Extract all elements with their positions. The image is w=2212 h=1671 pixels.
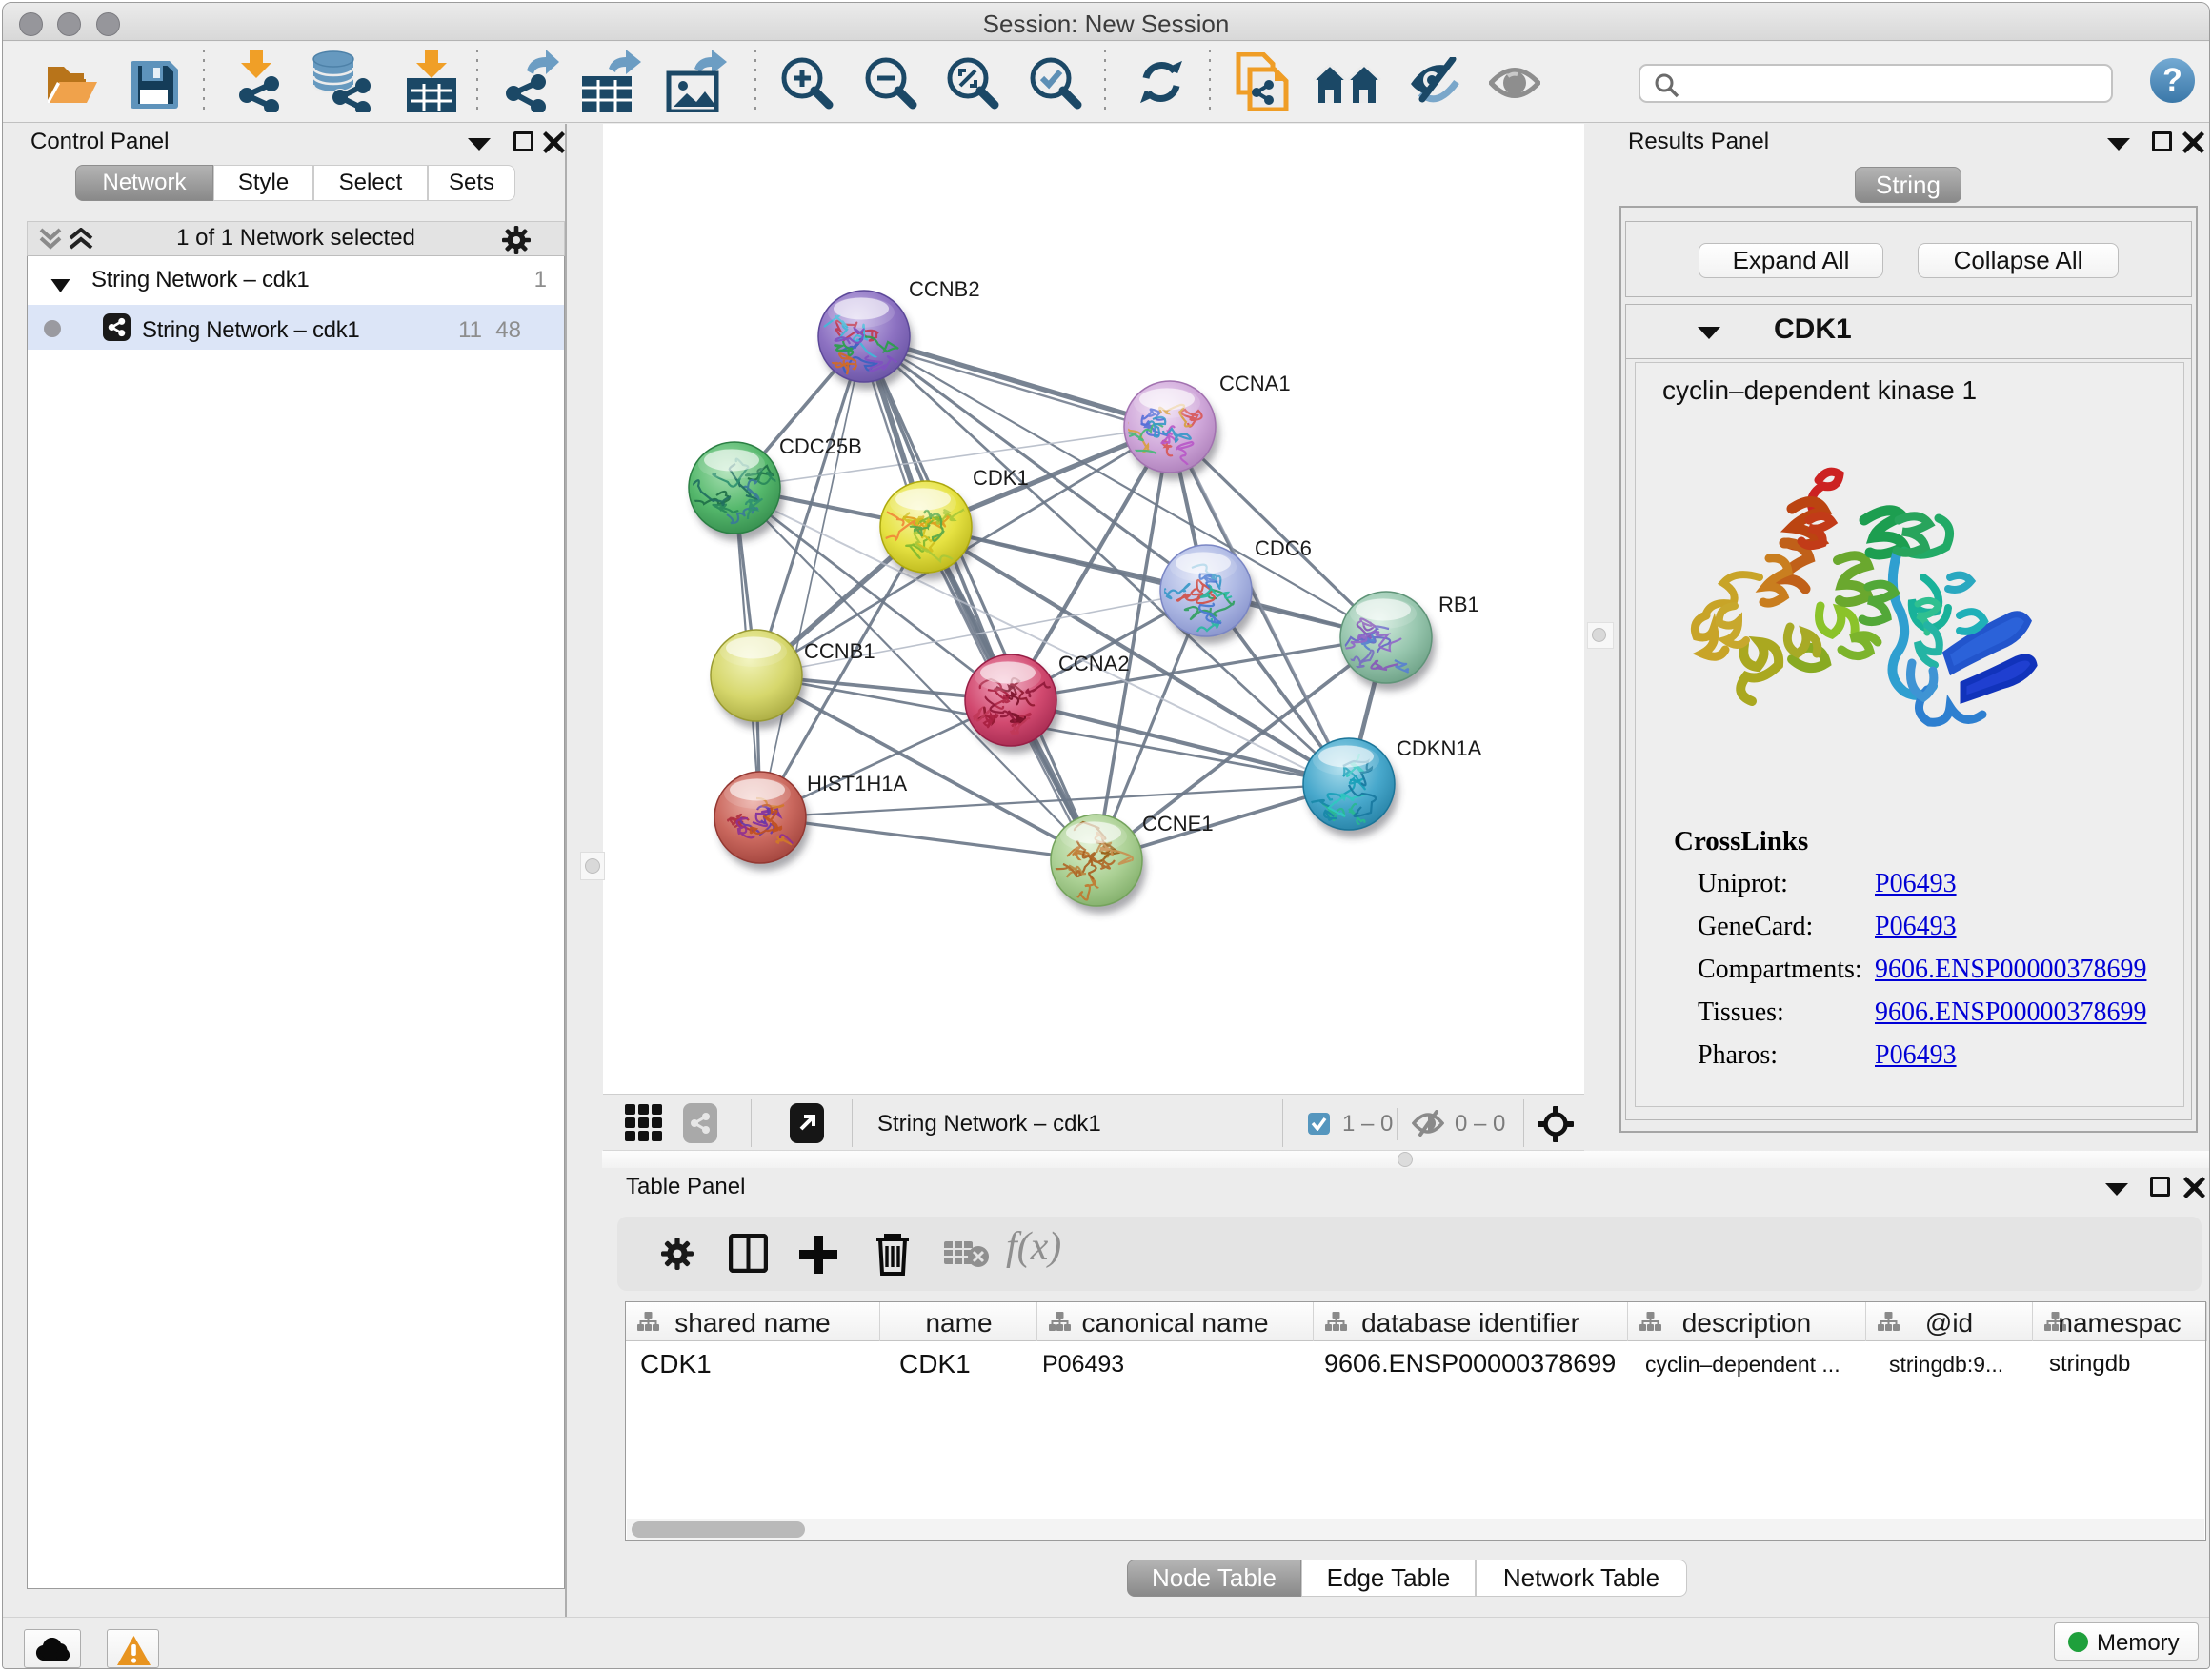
svg-text:CCNA1: CCNA1 bbox=[1219, 372, 1291, 395]
svg-text:CDC6: CDC6 bbox=[1255, 536, 1312, 560]
svg-text:CDK1: CDK1 bbox=[973, 466, 1029, 490]
svg-text:CCNA2: CCNA2 bbox=[1058, 652, 1130, 675]
svg-text:CCNB2: CCNB2 bbox=[909, 277, 980, 301]
svg-text:CCNB1: CCNB1 bbox=[804, 639, 875, 663]
svg-text:CDKN1A: CDKN1A bbox=[1397, 736, 1482, 760]
svg-text:CDC25B: CDC25B bbox=[779, 434, 862, 458]
svg-text:HIST1H1A: HIST1H1A bbox=[807, 772, 907, 795]
svg-text:RB1: RB1 bbox=[1438, 593, 1479, 616]
svg-text:CCNE1: CCNE1 bbox=[1142, 812, 1214, 836]
